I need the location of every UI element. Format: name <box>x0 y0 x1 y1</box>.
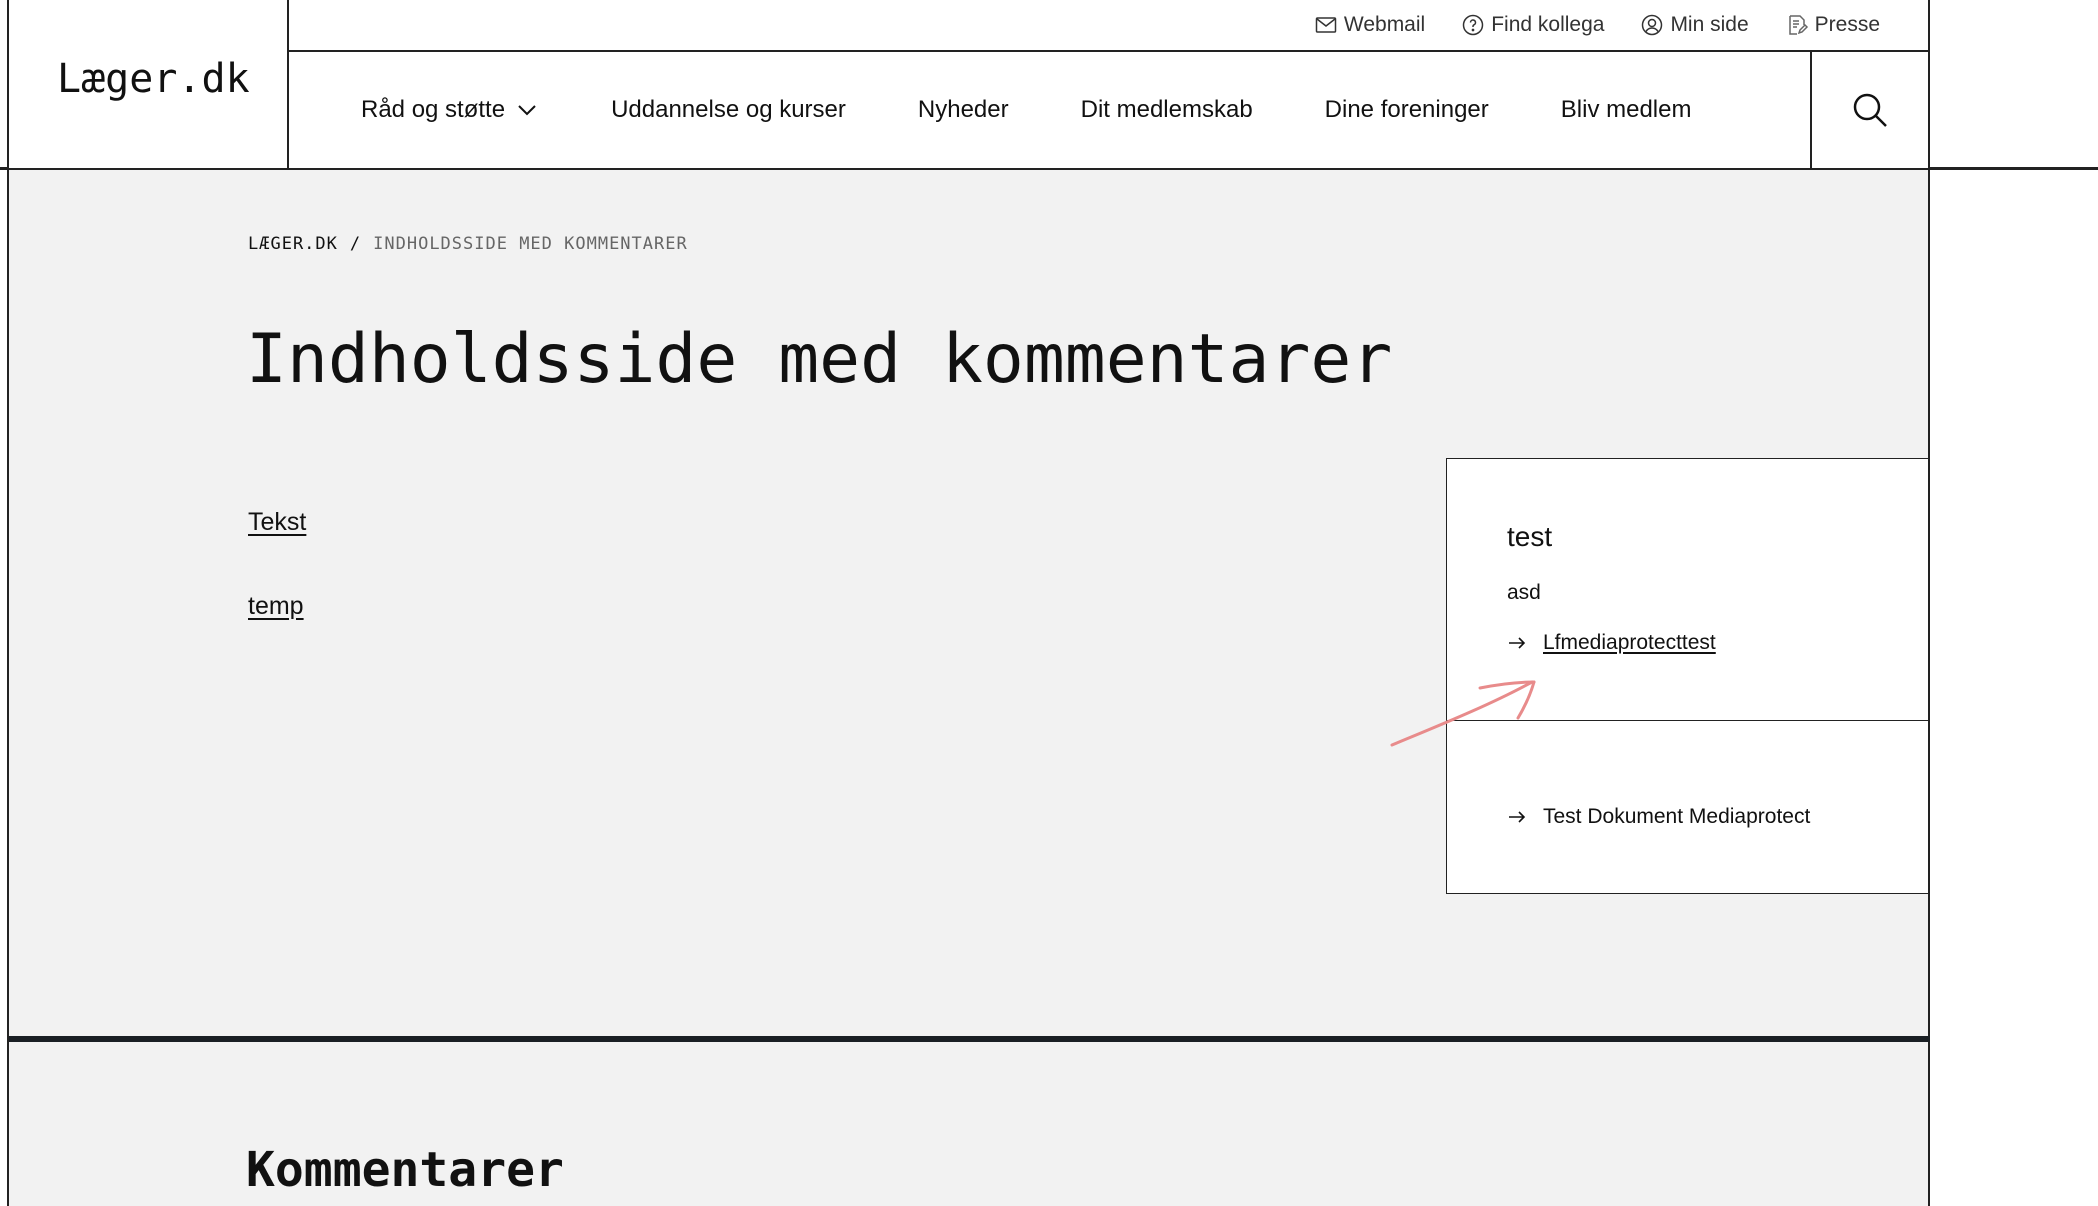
nav-item-label: Bliv medlem <box>1560 96 1692 123</box>
card-link-label[interactable]: Lfmediaprotecttest <box>1543 631 1716 655</box>
webmail-label: Webmail <box>1343 13 1426 36</box>
card-link-lfmediaprotecttest[interactable]: Lfmediaprotecttest <box>1507 631 1716 655</box>
nav-items: Råd og støtte Uddannelse og kurser Nyhed… <box>361 52 1691 168</box>
logo-container[interactable]: Læger.dk <box>7 0 289 168</box>
comments-title: Kommentarer <box>246 1142 564 1198</box>
nav-item-label: Nyheder <box>917 96 1009 123</box>
nav-item-uddannelse[interactable]: Uddannelse og kurser <box>611 96 846 124</box>
main-navigation: Råd og støtte Uddannelse og kurser Nyhed… <box>289 52 1810 168</box>
arrow-right-icon <box>1509 637 1526 649</box>
min-side-link[interactable]: Min side <box>1640 13 1749 37</box>
nav-item-dit-medlemskab[interactable]: Dit medlemskab <box>1081 96 1253 124</box>
user-circle-icon <box>1642 14 1663 36</box>
card-title: test <box>1507 521 1553 552</box>
page-title: Indholdsside med kommentarer <box>246 320 1393 399</box>
help-circle-icon <box>1462 14 1484 36</box>
presse-label: Presse <box>1814 13 1880 36</box>
mail-icon <box>1315 17 1337 33</box>
search-button[interactable] <box>1810 52 1930 168</box>
breadcrumb-current: INDHOLDSSIDE MED KOMMENTARER <box>373 234 688 254</box>
nav-item-label: Uddannelse og kurser <box>611 96 846 123</box>
nav-item-label: Dine foreninger <box>1324 96 1489 123</box>
utility-links: Webmail Find kollega Min side Presse <box>1314 0 1880 50</box>
utility-bar: Webmail Find kollega Min side Presse <box>289 0 1930 52</box>
breadcrumb-home[interactable]: LÆGER.DK <box>248 234 338 254</box>
nav-item-dine-foreninger[interactable]: Dine foreninger <box>1325 96 1489 124</box>
card-text: asd <box>1507 581 1541 604</box>
sidebar-card: Test Dokument Mediaprotect <box>1446 720 1930 894</box>
arrow-right-icon <box>1509 811 1526 823</box>
find-kollega-label: Find kollega <box>1491 13 1605 36</box>
chevron-down-icon <box>518 105 536 116</box>
sidebar-card: test asd Lfmediaprotecttest <box>1446 458 1930 722</box>
nav-item-raad-og-stoette[interactable]: Råd og støtte <box>361 96 539 124</box>
presse-link[interactable]: Presse <box>1785 13 1880 37</box>
nav-item-label: Råd og støtte <box>361 96 506 123</box>
min-side-label: Min side <box>1670 13 1749 36</box>
content-link-temp[interactable]: temp <box>248 592 304 621</box>
breadcrumb: LÆGER.DK / INDHOLDSSIDE MED KOMMENTARER <box>248 234 688 254</box>
breadcrumb-separator: / <box>349 234 362 254</box>
site-logo[interactable]: Læger.dk <box>57 56 250 102</box>
webmail-link[interactable]: Webmail <box>1314 13 1425 37</box>
find-kollega-link[interactable]: Find kollega <box>1461 13 1604 37</box>
nav-item-bliv-medlem[interactable]: Bliv medlem <box>1561 96 1692 124</box>
nav-item-label: Dit medlemskab <box>1080 96 1253 123</box>
nav-item-nyheder[interactable]: Nyheder <box>918 96 1009 124</box>
card-link-label: Test Dokument Mediaprotect <box>1543 805 1811 828</box>
card-link-test-dokument[interactable]: Test Dokument Mediaprotect <box>1507 805 1810 829</box>
section-divider <box>9 1036 1930 1042</box>
content-link-tekst[interactable]: Tekst <box>248 508 306 537</box>
search-icon <box>1853 93 1887 127</box>
document-edit-icon <box>1788 15 1808 35</box>
